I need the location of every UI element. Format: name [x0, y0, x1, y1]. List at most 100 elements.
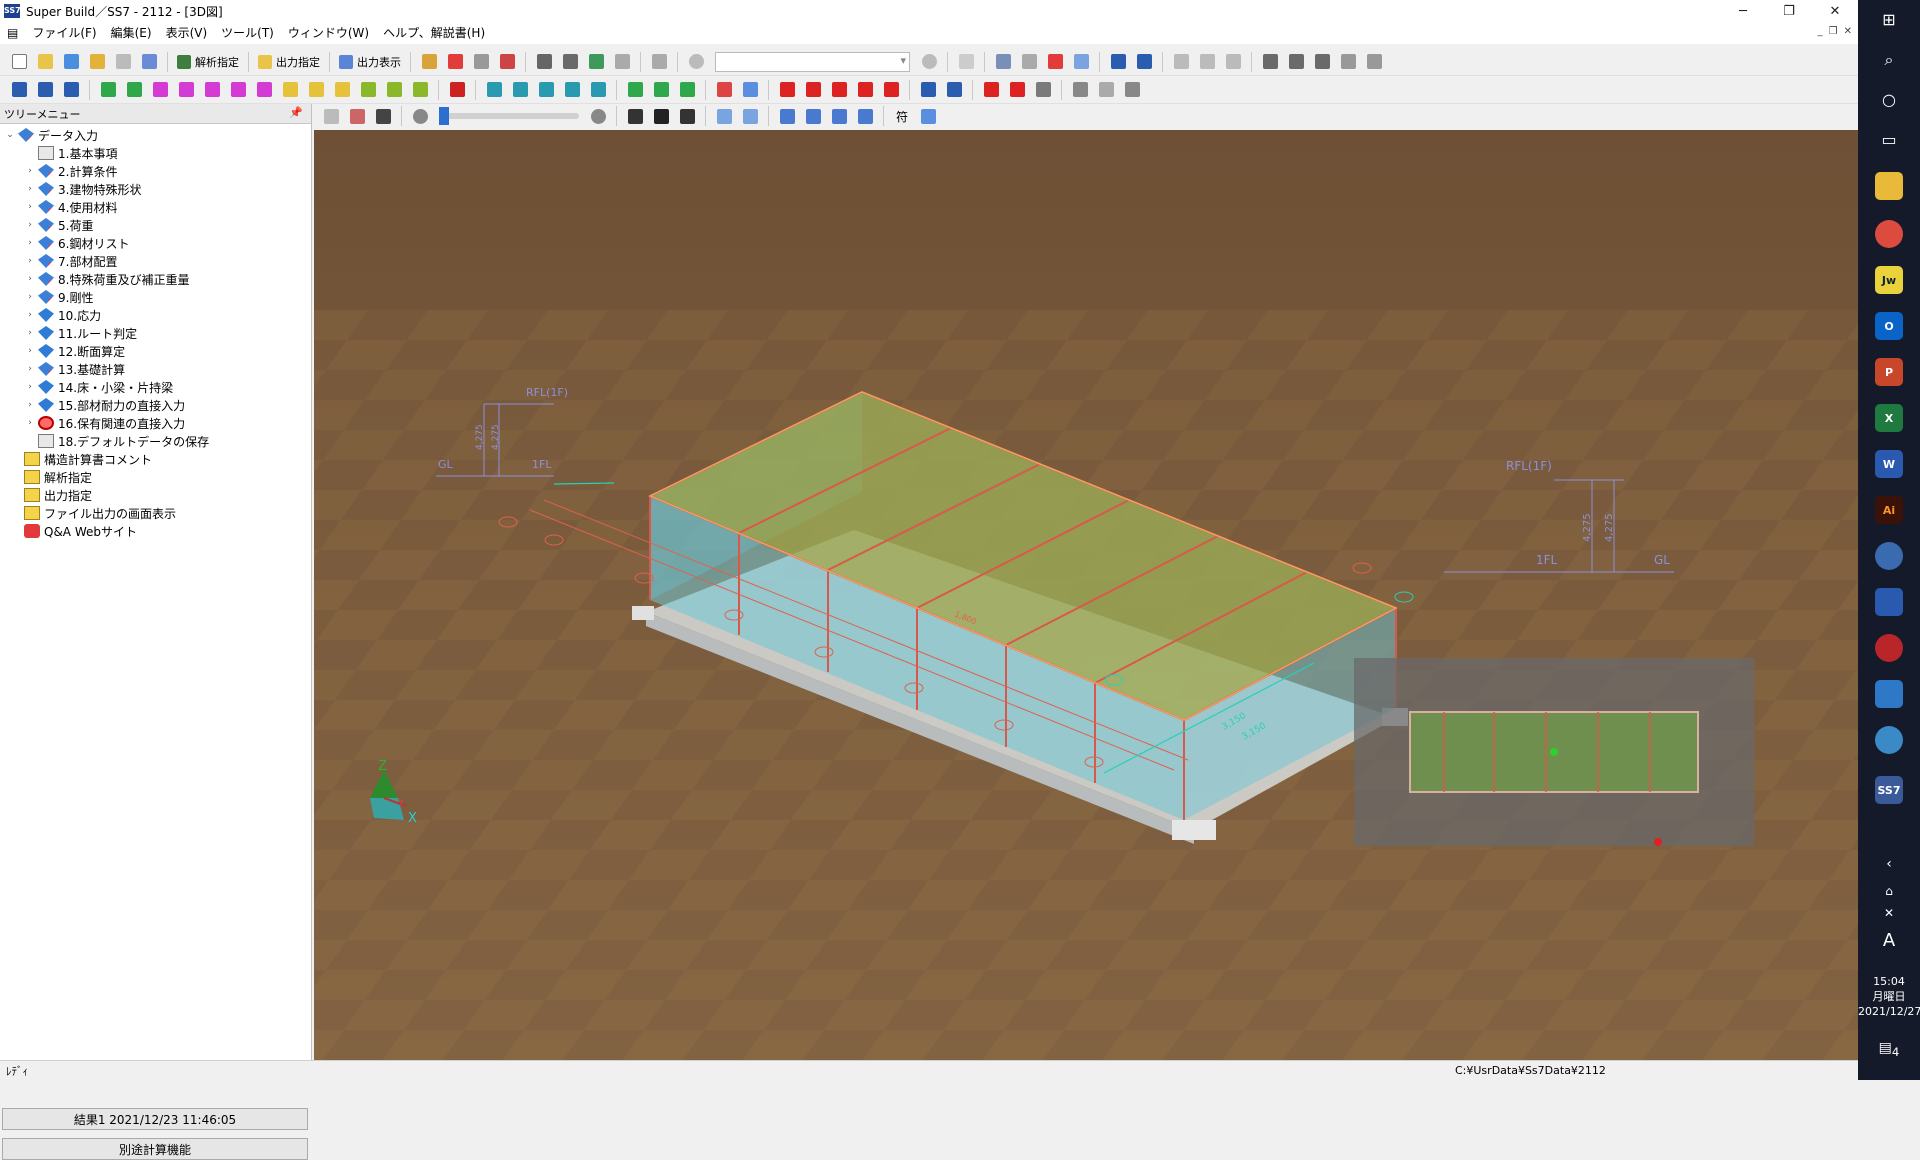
tree-item[interactable]: 解析指定: [0, 468, 311, 486]
tree-item[interactable]: › 15.部材耐力の直接入力: [0, 396, 311, 414]
tree-item[interactable]: 18.デフォルトデータの保存: [0, 432, 311, 450]
plan-minimap[interactable]: [1354, 658, 1754, 846]
zoom-out-icon[interactable]: [409, 105, 431, 127]
plan-grid-icon[interactable]: [8, 79, 30, 101]
render-icon[interactable]: [676, 105, 698, 127]
chevron-left-icon[interactable]: ‹: [1858, 856, 1920, 872]
windows-start-icon[interactable]: ⊞: [1858, 10, 1920, 29]
base-icon[interactable]: [676, 79, 698, 101]
analysis-spec-button[interactable]: 解析指定: [173, 51, 243, 73]
opening-icon[interactable]: [227, 79, 249, 101]
line-load-icon[interactable]: [828, 79, 850, 101]
table-icon[interactable]: [992, 51, 1014, 73]
chain-icon[interactable]: [943, 79, 965, 101]
menu-edit[interactable]: 編集(E): [104, 22, 159, 44]
story-icon[interactable]: [60, 79, 82, 101]
print-icon[interactable]: [533, 51, 555, 73]
cortana-icon[interactable]: ○: [1858, 90, 1920, 109]
tree-item[interactable]: Q&A Webサイト: [0, 522, 311, 540]
area-load-icon[interactable]: [854, 79, 876, 101]
tree-item[interactable]: 1.基本事項: [0, 144, 311, 162]
network-app-icon[interactable]: [1875, 726, 1903, 754]
open-db-icon[interactable]: [60, 51, 82, 73]
zoom-slider[interactable]: [439, 107, 579, 125]
point-load-icon[interactable]: [802, 79, 824, 101]
window-tile-v-icon[interactable]: [1311, 51, 1333, 73]
tree-item[interactable]: › 6.鋼材リスト: [0, 234, 311, 252]
expand-icon[interactable]: ›: [24, 328, 36, 338]
export-icon[interactable]: [585, 51, 607, 73]
member-display-icon[interactable]: [776, 105, 798, 127]
window-list-icon[interactable]: [1337, 51, 1359, 73]
report-icon[interactable]: [496, 51, 518, 73]
excel-icon[interactable]: X: [1875, 404, 1903, 432]
rigid-icon[interactable]: [739, 79, 761, 101]
output-spec-button[interactable]: 出力指定: [254, 51, 324, 73]
stress-display-icon[interactable]: [854, 105, 876, 127]
expand-icon[interactable]: ›: [24, 364, 36, 374]
print-preview-icon[interactable]: [559, 51, 581, 73]
home-view-icon[interactable]: [320, 105, 342, 127]
save-icon[interactable]: [112, 51, 134, 73]
tree-item[interactable]: › 12.断面算定: [0, 342, 311, 360]
expand-icon[interactable]: ›: [24, 274, 36, 284]
pin-icon[interactable]: 📌: [289, 106, 303, 119]
sheet-icon[interactable]: [1018, 51, 1040, 73]
jww-icon[interactable]: Jw: [1875, 266, 1903, 294]
expand-icon[interactable]: ›: [24, 310, 36, 320]
menu-help[interactable]: ヘルプ、解説書(H): [376, 22, 492, 44]
task-view-icon[interactable]: ▭: [1858, 130, 1920, 149]
up-floor-icon[interactable]: [1107, 51, 1129, 73]
tree-item[interactable]: › 13.基礎計算: [0, 360, 311, 378]
tree-item[interactable]: › 3.建物特殊形状: [0, 180, 311, 198]
special-load-icon[interactable]: [880, 79, 902, 101]
filter-icon[interactable]: [917, 105, 939, 127]
undo-icon[interactable]: [685, 51, 707, 73]
expand-icon[interactable]: ›: [24, 400, 36, 410]
window-arrange-icon[interactable]: [1363, 51, 1385, 73]
move-icon[interactable]: [1170, 51, 1192, 73]
mdi-restore-button[interactable]: ❐: [1829, 26, 1838, 37]
spring-icon[interactable]: [713, 79, 735, 101]
rotate-icon[interactable]: [561, 79, 583, 101]
expand-icon[interactable]: ›: [24, 292, 36, 302]
load-icon[interactable]: [776, 79, 798, 101]
frame-icon[interactable]: [34, 79, 56, 101]
shade-icon[interactable]: [739, 105, 761, 127]
menu-file[interactable]: ファイル(F): [25, 22, 103, 44]
model-3d-canvas[interactable]: RFL(1F) GL 1FL 4,275 4,275 RFL(1F) 1FL G…: [314, 130, 1858, 1060]
close-button[interactable]: ✕: [1812, 0, 1858, 22]
clock-weekday[interactable]: 月曜日: [1858, 989, 1920, 1004]
file-explorer-icon[interactable]: [1875, 172, 1903, 200]
crop-icon[interactable]: [372, 105, 394, 127]
expand-icon[interactable]: ›: [24, 256, 36, 266]
copy-icon[interactable]: [611, 51, 633, 73]
expand-icon[interactable]: ›: [24, 382, 36, 392]
column-icon[interactable]: [97, 79, 119, 101]
folder-icon[interactable]: [86, 51, 108, 73]
output-view-button[interactable]: 出力表示: [335, 51, 405, 73]
node-add-icon[interactable]: [509, 79, 531, 101]
collapse-icon[interactable]: ⌄: [4, 130, 16, 140]
menu-window[interactable]: ウィンドウ(W): [281, 22, 376, 44]
redo-icon[interactable]: [918, 51, 940, 73]
acrobat-icon[interactable]: [1875, 634, 1903, 662]
brace-icon[interactable]: [201, 79, 223, 101]
word-icon[interactable]: W: [1875, 450, 1903, 478]
tree-item[interactable]: › 16.保有関連の直接入力: [0, 414, 311, 432]
search-icon[interactable]: ⌕: [1858, 50, 1920, 70]
node-merge-icon[interactable]: [535, 79, 557, 101]
wall-icon[interactable]: [149, 79, 171, 101]
menu-doc-icon[interactable]: ▤: [0, 22, 25, 44]
pan-hand-icon[interactable]: [1196, 51, 1218, 73]
expand-icon[interactable]: ›: [24, 220, 36, 230]
new-file-icon[interactable]: [8, 51, 30, 73]
roof-icon[interactable]: [331, 79, 353, 101]
chrome-icon[interactable]: [1875, 220, 1903, 248]
grid-icon[interactable]: [1044, 51, 1066, 73]
history-combo[interactable]: [715, 51, 910, 72]
tree-item[interactable]: › 11.ルート判定: [0, 324, 311, 342]
triangle-icon[interactable]: [980, 79, 1002, 101]
stair-icon[interactable]: [409, 79, 431, 101]
node-move-icon[interactable]: [483, 79, 505, 101]
